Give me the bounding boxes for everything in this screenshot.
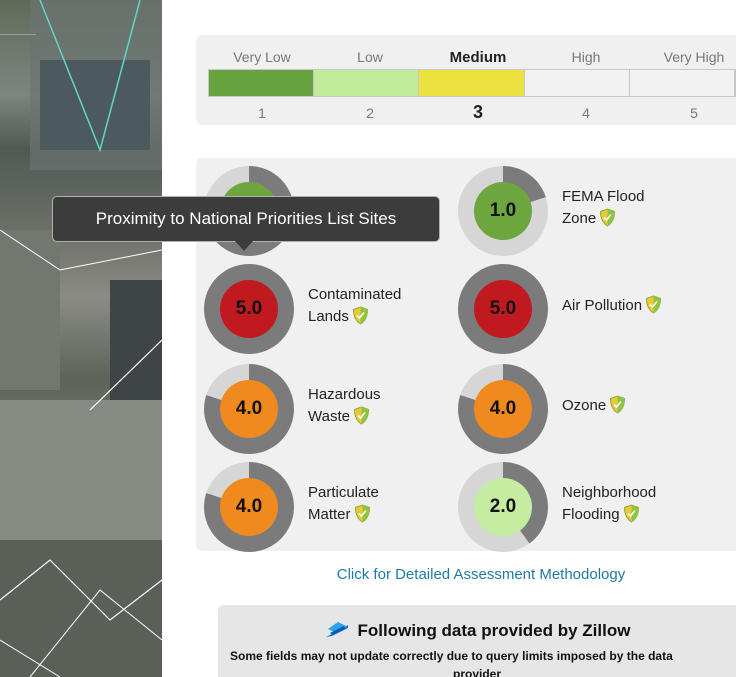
factor-gauge-neighborhood[interactable]: 2.0 [458,462,548,552]
scale-cell-4 [524,70,630,96]
factor-label-line1: Neighborhood [562,484,657,501]
factor-label-line2: Matter [308,506,351,523]
factor-air[interactable]: 5.0 Air Pollution [458,264,708,356]
scale-label-2: Low [357,49,383,65]
factor-particulate[interactable]: 4.0 Particulate Matter [204,462,454,554]
factor-label-air: Air Pollution [562,295,712,317]
factor-label-line2: Flooding [562,506,620,523]
factor-tooltip: Proximity to National Priorities List Si… [52,196,440,242]
risk-scale-bar [208,69,736,97]
shield-check-icon[interactable] [353,406,370,425]
factor-ozone[interactable]: 4.0 Ozone [458,364,708,456]
zillow-heading-text: Following data provided by Zillow [357,621,631,640]
scale-label-5: Very High [663,49,725,65]
gauge-score: 4.0 [220,380,278,438]
gauge-score: 5.0 [474,280,532,338]
gauge-score: 4.0 [220,478,278,536]
gauge-score: 2.0 [474,478,532,536]
factor-label-ozone: Ozone [562,395,712,417]
scale-number-2: 2 [366,105,374,121]
map-divider [0,34,36,35]
factor-gauge-contaminated[interactable]: 5.0 [204,264,294,354]
factor-label-contaminated: Contaminated Lands [308,284,458,328]
factor-label-line1: Air Pollution [562,297,643,314]
methodology-link[interactable]: Click for Detailed Assessment Methodolog… [196,566,736,583]
factor-fema[interactable]: 1.0 FEMA Flood Zone [458,166,708,258]
factor-gauge-air[interactable]: 5.0 [458,264,548,354]
shield-check-icon[interactable] [599,208,616,227]
shield-check-icon[interactable] [609,395,626,414]
map-overlay [0,0,162,677]
factor-label-line2: Lands [308,308,349,325]
shield-check-icon[interactable] [354,504,371,523]
shield-check-icon[interactable] [623,504,640,523]
factor-gauge-fema[interactable]: 1.0 [458,166,548,256]
factor-hazardous[interactable]: 4.0 Hazardous Waste [204,364,454,456]
risk-scale: Very Low Low Medium High Very High 1 2 3 4 5 [196,35,736,125]
zillow-note: Some fields may not update correctly due… [230,649,673,663]
factor-label-line2: Waste [308,408,350,425]
factor-label-line2: Zone [562,210,597,227]
scale-cell-5 [629,70,736,96]
scale-label-1: Very Low [233,49,291,65]
factor-label-line1: Ozone [562,397,607,414]
zillow-heading: Following data provided by Zillow [218,619,736,641]
factor-label-fema: FEMA Flood Zone [562,186,712,230]
aerial-map[interactable] [0,0,162,677]
scale-label-3: Medium [449,49,507,66]
scale-number-5: 5 [690,105,698,121]
factor-contaminated[interactable]: 5.0 Contaminated Lands [204,264,454,356]
factor-gauge-hazardous[interactable]: 4.0 [204,364,294,454]
factor-gauge-particulate[interactable]: 4.0 [204,462,294,552]
factor-label-neighborhood: Neighborhood Flooding [562,482,712,526]
scale-number-1: 1 [258,105,266,121]
zillow-note-cont: provider [452,667,501,677]
scale-label-4: High [571,49,601,65]
scale-cell-1 [209,70,315,96]
risk-content: Very Low Low Medium High Very High 1 2 3 4 5 1.0… [162,0,736,677]
gauge-score: 5.0 [220,280,278,338]
tooltip-text: Proximity to National Priorities List Si… [95,209,397,228]
gauge-score: 1.0 [474,182,532,240]
factor-label-line1: Contaminated [308,286,402,303]
zillow-data-section: Following data provided by Zillow Some f… [218,605,736,677]
factor-label-particulate: Particulate Matter [308,482,458,526]
shield-check-icon[interactable] [352,306,369,325]
factor-label-line1: FEMA Flood [562,188,645,205]
shield-check-icon[interactable] [645,295,662,314]
scale-number-4: 4 [582,105,590,121]
factor-gauge-ozone[interactable]: 4.0 [458,364,548,454]
factor-label-hazardous: Hazardous Waste [308,384,458,428]
scale-cell-2 [314,70,420,96]
factor-label-line1: Hazardous [308,386,381,403]
zillow-logo-icon [325,622,348,637]
scale-cell-3 [419,70,525,96]
gauge-score: 4.0 [474,380,532,438]
factor-label-line1: Particulate [308,484,379,501]
scale-number-3: 3 [472,102,483,122]
tooltip-arrow [234,240,254,251]
factor-neighborhood[interactable]: 2.0 Neighborhood Flooding [458,462,708,554]
